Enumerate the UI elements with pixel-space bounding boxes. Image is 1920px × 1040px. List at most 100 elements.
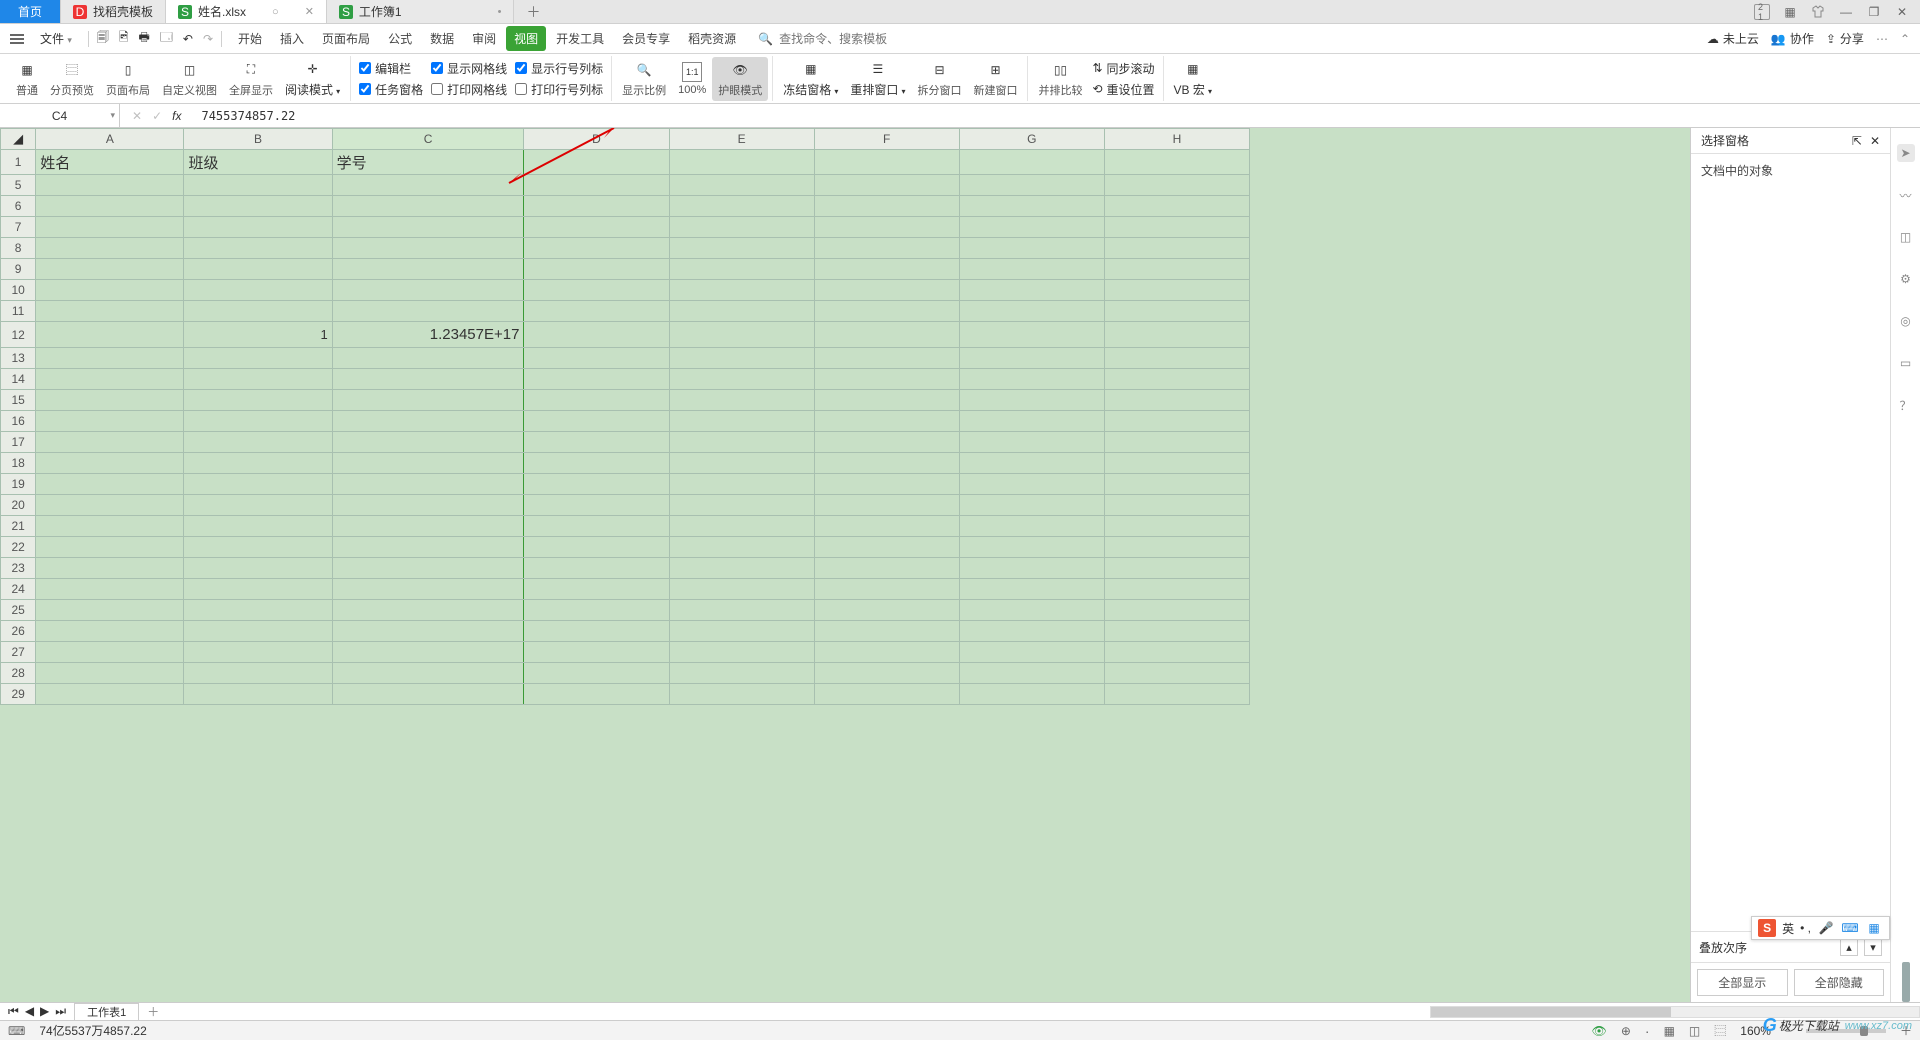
menu-vip[interactable]: 会员专享 — [614, 26, 678, 51]
row-header[interactable]: 26 — [1, 621, 36, 642]
eye-mode-icon[interactable]: 👁 — [1592, 1024, 1607, 1038]
chevron-down-icon[interactable]: ▾ — [110, 110, 115, 121]
col-header-f[interactable]: F — [814, 129, 959, 150]
select-all-corner[interactable]: ◢ — [1, 129, 36, 150]
sheet-last-icon[interactable]: ⏭ — [55, 1004, 66, 1019]
row-header[interactable]: 16 — [1, 411, 36, 432]
row-header[interactable]: 10 — [1, 280, 36, 301]
ime-lang[interactable]: 英 — [1782, 920, 1794, 937]
row-header[interactable]: 29 — [1, 684, 36, 705]
compare-side[interactable]: ▯▯并排比较 — [1032, 57, 1088, 101]
freeze-panes[interactable]: ▦冻结窗格 ▾ — [777, 57, 844, 101]
name-box[interactable]: ▾ — [0, 104, 120, 127]
row-header[interactable]: 23 — [1, 558, 36, 579]
zoom-ratio[interactable]: 🔍显示比例 — [616, 57, 672, 101]
file-menu[interactable]: 文件 ▾ — [32, 26, 80, 51]
row-header[interactable]: 18 — [1, 453, 36, 474]
row-header[interactable]: 21 — [1, 516, 36, 537]
view-pagebreak[interactable]: ⿳分页预览 — [44, 57, 100, 101]
menu-review[interactable]: 审阅 — [464, 26, 504, 51]
cell[interactable]: 班级 — [184, 150, 332, 175]
minimize-icon[interactable]: — — [1838, 4, 1854, 20]
view-readmode[interactable]: ✛阅读模式 ▾ — [279, 57, 346, 101]
row-header[interactable]: 27 — [1, 642, 36, 663]
col-header-a[interactable]: A — [36, 129, 184, 150]
menu-devtools[interactable]: 开发工具 — [548, 26, 612, 51]
zoom-out-icon[interactable]: · — [1645, 1023, 1650, 1039]
settings-icon[interactable]: ⚙ — [1897, 270, 1915, 288]
cancel-icon[interactable]: ✕ — [132, 109, 142, 123]
cell[interactable]: 1.23457E+17 — [332, 322, 524, 348]
row-header[interactable]: 28 — [1, 663, 36, 684]
row-header[interactable]: 19 — [1, 474, 36, 495]
chk-headings[interactable]: 显示行号列标 — [511, 59, 607, 78]
menu-pagelayout[interactable]: 页面布局 — [314, 26, 378, 51]
search-input[interactable] — [779, 32, 889, 46]
split-window[interactable]: ⊟拆分窗口 — [911, 57, 967, 101]
ime-keyboard-icon[interactable]: ⌨ — [1841, 919, 1859, 937]
row-header[interactable]: 15 — [1, 390, 36, 411]
tab-home[interactable]: 首页 — [0, 0, 61, 23]
move-up-button[interactable]: ▴ — [1840, 938, 1858, 956]
view-custom[interactable]: ◫自定义视图 — [156, 57, 223, 101]
row-header[interactable]: 24 — [1, 579, 36, 600]
view-page-icon[interactable]: ◫ — [1689, 1024, 1700, 1038]
row-header[interactable]: 9 — [1, 259, 36, 280]
print-icon[interactable]: 🖶 — [139, 28, 150, 49]
read-guide-icon[interactable]: ⊕ — [1621, 1024, 1631, 1038]
arrange-windows[interactable]: ☰重排窗口 ▾ — [844, 57, 911, 101]
tab-xingming-xlsx[interactable]: S 姓名.xlsx ○ ✕ — [166, 0, 327, 23]
cell[interactable] — [1104, 150, 1249, 175]
save-icon[interactable]: 🗐 — [97, 28, 109, 49]
hide-all-button[interactable]: 全部隐藏 — [1794, 969, 1885, 996]
menu-daoke[interactable]: 稻壳资源 — [680, 26, 744, 51]
row-header[interactable]: 6 — [1, 196, 36, 217]
command-search[interactable]: 🔍 — [758, 32, 889, 46]
col-header-g[interactable]: G — [959, 129, 1104, 150]
book-icon[interactable]: ▭ — [1897, 354, 1915, 372]
row-header[interactable]: 25 — [1, 600, 36, 621]
tab-daoke-template[interactable]: D 找稻壳模板 — [61, 0, 166, 23]
tab-unsaved-icon[interactable]: • — [498, 6, 502, 18]
menu-view[interactable]: 视图 — [506, 26, 546, 51]
row-header[interactable]: 20 — [1, 495, 36, 516]
sheet-tab-1[interactable]: 工作表1 — [74, 1003, 139, 1020]
pointer-icon[interactable]: ➤ — [1897, 144, 1915, 162]
menu-data[interactable]: 数据 — [422, 26, 462, 51]
apps-icon[interactable]: ▦ — [1782, 4, 1798, 20]
sheet-prev-icon[interactable]: ◀ — [25, 1004, 34, 1019]
row-header[interactable]: 8 — [1, 238, 36, 259]
vb-macro[interactable]: ▦VB 宏 ▾ — [1168, 57, 1218, 101]
cell[interactable] — [669, 150, 814, 175]
row-header[interactable]: 11 — [1, 301, 36, 322]
sheet-add-button[interactable]: ＋ — [139, 1003, 167, 1020]
help-icon[interactable]: ？ — [1897, 396, 1915, 414]
chk-printheadings[interactable]: 打印行号列标 — [511, 80, 607, 99]
input-mode-icon[interactable]: ⌨ — [8, 1024, 25, 1038]
chk-printgrid[interactable]: 打印网格线 — [427, 80, 511, 99]
print-preview-icon[interactable]: 🗔 — [160, 28, 173, 49]
col-header-e[interactable]: E — [669, 129, 814, 150]
ime-bar[interactable]: S 英 • , 🎤 ⌨ ▦ — [1751, 916, 1890, 940]
serial-icon[interactable]: 2 1 — [1754, 4, 1770, 20]
tab-add[interactable]: ＋ — [514, 0, 552, 23]
fx-icon[interactable]: fx — [172, 109, 181, 123]
save-as-icon[interactable]: 🖻 — [119, 28, 129, 49]
layout-icon[interactable]: ◫ — [1897, 228, 1915, 246]
restore-icon[interactable]: ❐ — [1866, 4, 1882, 20]
cloud-status[interactable]: ☁未上云 — [1707, 30, 1759, 47]
skin-icon[interactable] — [1810, 4, 1826, 20]
sheet-first-icon[interactable]: ⏮ — [8, 1004, 19, 1019]
collapse-ribbon-icon[interactable]: ⌃ — [1900, 32, 1910, 46]
show-all-button[interactable]: 全部显示 — [1697, 969, 1788, 996]
chk-editbar[interactable]: 编辑栏 — [355, 59, 427, 78]
row-header[interactable]: 17 — [1, 432, 36, 453]
pin-icon[interactable]: ⇱ — [1852, 134, 1862, 148]
row-header[interactable]: 14 — [1, 369, 36, 390]
chk-gridlines[interactable]: 显示网格线 — [427, 59, 511, 78]
sheet-next-icon[interactable]: ▶ — [40, 1004, 49, 1019]
accept-icon[interactable]: ✓ — [152, 109, 162, 123]
chk-taskpane[interactable]: 任务窗格 — [355, 80, 427, 99]
eye-protect-mode[interactable]: 👁护眼模式 — [712, 57, 768, 101]
menu-start[interactable]: 开始 — [230, 26, 270, 51]
